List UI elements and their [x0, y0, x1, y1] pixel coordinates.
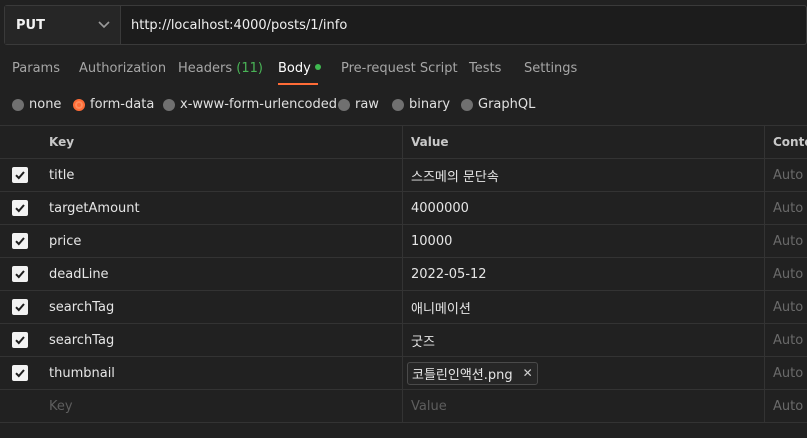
check-icon	[15, 303, 25, 312]
check-icon	[15, 369, 25, 378]
tab-authorization[interactable]: Authorization	[79, 61, 166, 76]
row-checkbox[interactable]	[12, 332, 28, 348]
table-row: thumbnail 코틀린인액션.png ✕ Auto	[0, 357, 807, 390]
row-checkbox[interactable]	[12, 233, 28, 249]
table-row: deadLine 2022-05-12 Auto	[0, 258, 807, 291]
column-header-content-type: Conte	[773, 135, 807, 149]
radio-none[interactable]: none	[12, 97, 61, 112]
file-name: 코틀린인액션.png	[412, 367, 513, 383]
headers-count: (11)	[236, 61, 263, 76]
row-key[interactable]: deadLine	[41, 258, 402, 290]
request-tabs: Params Authorization Headers (11) Body P…	[0, 54, 807, 86]
row-key[interactable]: thumbnail	[41, 357, 402, 389]
radio-form-data[interactable]: form-data	[73, 97, 154, 112]
radio-raw[interactable]: raw	[338, 97, 379, 112]
column-header-value: Value	[411, 135, 449, 149]
radio-icon	[338, 98, 350, 111]
row-content-type[interactable]: Auto	[765, 159, 807, 191]
row-value[interactable]: 애니메이션	[403, 291, 764, 323]
row-content-type[interactable]: Auto	[765, 324, 807, 356]
row-key[interactable]: price	[41, 225, 402, 257]
url-input[interactable]: http://localhost:4000/posts/1/info	[121, 6, 347, 44]
radio-binary[interactable]: binary	[392, 97, 450, 112]
row-key[interactable]: title	[41, 159, 402, 191]
radio-icon	[12, 98, 24, 111]
table-row: searchTag 굿즈 Auto	[0, 324, 807, 357]
check-icon	[15, 270, 25, 279]
row-content-type[interactable]: Auto	[765, 291, 807, 323]
row-checkbox[interactable]	[12, 299, 28, 315]
close-icon[interactable]: ✕	[523, 366, 533, 380]
row-checkbox[interactable]	[12, 266, 28, 282]
tab-params[interactable]: Params	[12, 61, 60, 76]
check-icon	[15, 171, 25, 180]
radio-icon	[392, 98, 404, 111]
new-key-input[interactable]: Key	[41, 390, 402, 422]
file-chip[interactable]: 코틀린인액션.png ✕	[407, 361, 538, 385]
row-value: 코틀린인액션.png ✕	[403, 357, 764, 389]
tab-headers[interactable]: Headers (11)	[178, 61, 263, 76]
row-checkbox[interactable]	[12, 365, 28, 381]
table-header: Key Value Conte	[0, 125, 807, 159]
new-value-input[interactable]: Value	[403, 390, 764, 422]
check-icon	[15, 204, 25, 213]
form-data-table: Key Value Conte title 스즈메의 문단속 Auto targ…	[0, 125, 807, 423]
row-value[interactable]: 10000	[403, 225, 764, 257]
column-header-key: Key	[49, 135, 75, 149]
body-type-selector: none form-data x-www-form-urlencoded raw…	[0, 94, 807, 116]
tab-tests[interactable]: Tests	[469, 61, 501, 76]
row-checkbox[interactable]	[12, 200, 28, 216]
method-select[interactable]: PUT	[5, 6, 121, 44]
row-value[interactable]: 굿즈	[403, 324, 764, 356]
row-value[interactable]: 4000000	[403, 192, 764, 224]
radio-icon	[461, 98, 473, 111]
method-label: PUT	[16, 17, 45, 33]
empty-table-row: Key Value Auto	[0, 390, 807, 423]
row-content-type[interactable]: Auto	[765, 192, 807, 224]
check-icon	[15, 336, 25, 345]
row-key[interactable]: targetAmount	[41, 192, 402, 224]
row-checkbox[interactable]	[12, 167, 28, 183]
new-content-type[interactable]: Auto	[765, 390, 807, 422]
tab-pre-request-script[interactable]: Pre-request Script	[341, 61, 458, 76]
table-row: searchTag 애니메이션 Auto	[0, 291, 807, 324]
row-content-type[interactable]: Auto	[765, 357, 807, 389]
row-value[interactable]: 스즈메의 문단속	[403, 159, 764, 191]
chevron-down-icon	[98, 21, 110, 29]
table-row: title 스즈메의 문단속 Auto	[0, 159, 807, 192]
row-content-type[interactable]: Auto	[765, 225, 807, 257]
radio-selected-icon	[73, 98, 85, 111]
tab-body[interactable]: Body	[278, 61, 321, 76]
table-row: targetAmount 4000000 Auto	[0, 192, 807, 225]
radio-x-www-form-urlencoded[interactable]: x-www-form-urlencoded	[163, 97, 337, 112]
radio-icon	[163, 98, 175, 111]
radio-graphql[interactable]: GraphQL	[461, 97, 535, 112]
row-content-type[interactable]: Auto	[765, 258, 807, 290]
active-tab-underline	[278, 83, 318, 85]
row-key[interactable]: searchTag	[41, 324, 402, 356]
check-icon	[15, 237, 25, 246]
tab-settings[interactable]: Settings	[524, 61, 577, 76]
row-key[interactable]: searchTag	[41, 291, 402, 323]
request-url-bar: PUT http://localhost:4000/posts/1/info	[4, 5, 807, 45]
table-row: price 10000 Auto	[0, 225, 807, 258]
body-indicator-dot	[314, 64, 321, 70]
row-value[interactable]: 2022-05-12	[403, 258, 764, 290]
